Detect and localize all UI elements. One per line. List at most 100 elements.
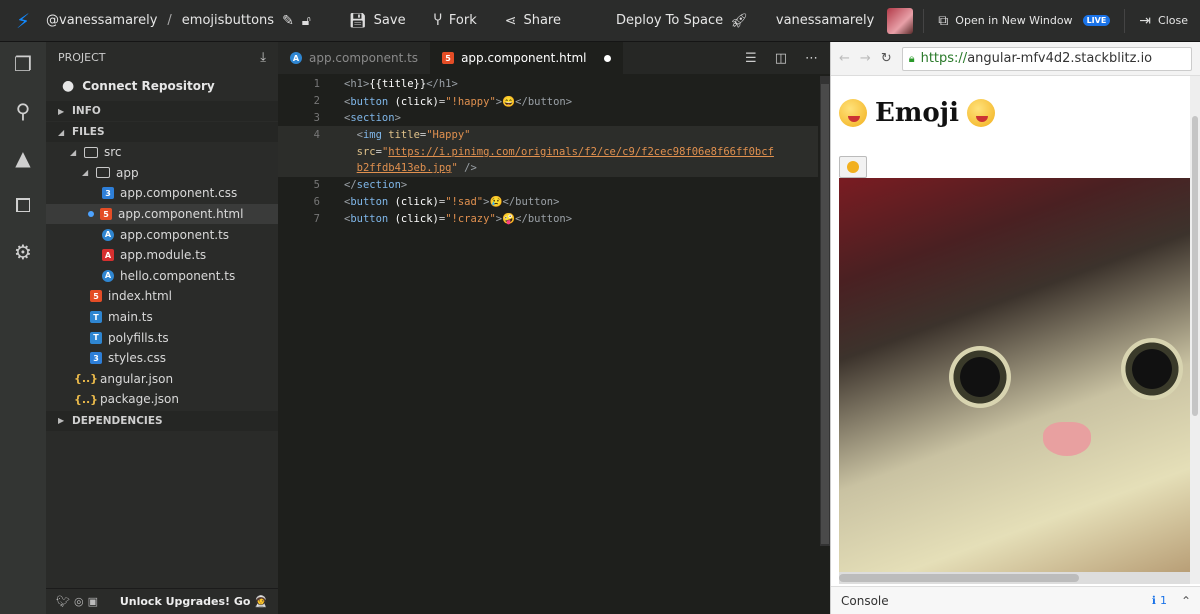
open-new-window-button[interactable]: ⧉ Open in New Window LIVE — [924, 0, 1124, 42]
editor-scrollbar-thumb[interactable] — [821, 84, 829, 544]
unsaved-dot-icon[interactable] — [603, 54, 611, 62]
file-tree-item[interactable]: ◢ app — [46, 163, 278, 184]
console-bar[interactable]: Console ℹ 1 ⌃ — [831, 586, 1200, 614]
file-tree-item[interactable]: Aapp.component.ts — [46, 224, 278, 245]
download-icon[interactable]: ⤓ — [260, 50, 266, 65]
tab-app-component-html[interactable]: 5 app.component.html — [430, 42, 623, 74]
happy-button[interactable] — [839, 156, 867, 178]
sidebar: PROJECT ⤓ ● Connect Repository ▶ INFO ◢ … — [46, 42, 278, 614]
file-tree-item[interactable]: 3 app.component.css — [46, 183, 278, 204]
chevron-right-icon: ▶ — [58, 106, 65, 116]
cat-eye — [949, 346, 1011, 408]
files-icon[interactable]: ❐ — [11, 52, 35, 76]
url-scheme: https:// — [920, 51, 968, 66]
save-label: Save — [373, 13, 406, 28]
smile-icon — [847, 161, 859, 173]
file-tree-label: angular.json — [100, 371, 174, 386]
unlock-upgrades-label: Unlock Upgrades! Go — [119, 595, 251, 608]
forward-icon[interactable]: → — [860, 51, 871, 66]
css-file-icon: 3 — [102, 187, 114, 200]
tab-app-component-ts[interactable]: A app.component.ts — [278, 42, 430, 74]
share-label: Share — [523, 13, 561, 28]
file-tree-label: app.component.html — [118, 207, 244, 222]
file-tree-item[interactable]: ◢ src — [46, 142, 278, 163]
file-tree-item[interactable]: 5 index.html — [46, 286, 278, 307]
file-tree-label: styles.css — [108, 351, 166, 366]
unlock-upgrades-link[interactable]: Unlock Upgrades! Go 🧑‍🚀 — [120, 595, 268, 608]
social-icons[interactable]: 🐦︎◎▣ — [56, 595, 102, 608]
format-icon[interactable]: ☰ — [745, 51, 757, 66]
console-label: Console — [841, 593, 889, 608]
chevron-right-icon: ▶ — [58, 416, 65, 426]
line-number: 7 — [313, 212, 320, 225]
html-file-icon: 5 — [100, 208, 112, 221]
info-section-toggle[interactable]: ▶ INFO — [46, 101, 278, 121]
line-number: 5 — [313, 179, 320, 192]
main-file-icon: T — [90, 311, 102, 324]
json-file-icon: {..} — [73, 372, 99, 386]
gear-icon[interactable]: ⚙ — [11, 240, 35, 264]
file-tree-item[interactable]: {..} angular.json — [46, 369, 278, 390]
pencil-icon[interactable]: ✎ — [282, 13, 294, 29]
chevron-down-icon: ◢ — [82, 168, 89, 178]
owner-link[interactable]: @vanessamarely — [46, 13, 157, 28]
console-info-count[interactable]: ℹ 1 — [1152, 594, 1167, 607]
file-tree-item[interactable]: 5 app.component.html — [46, 203, 278, 225]
split-editor-icon[interactable]: ◫ — [775, 51, 787, 66]
fork-button[interactable]: Ⴤ Fork — [420, 0, 491, 42]
lock-icon[interactable]: 🔓︎ — [302, 13, 311, 29]
chevron-down-icon: ◢ — [70, 147, 77, 157]
preview-horizontal-scrollbar[interactable] — [839, 572, 1193, 584]
back-icon[interactable]: ← — [839, 51, 850, 66]
project-name[interactable]: emojisbuttons — [182, 13, 274, 28]
dependencies-label: DEPENDENCIES — [72, 414, 163, 427]
chevron-up-icon[interactable]: ⌃ — [1181, 594, 1191, 608]
line-number: 3 — [313, 111, 320, 124]
modified-dot-icon — [88, 211, 94, 218]
user-menu[interactable]: vanessamarely — [762, 0, 923, 42]
file-tree-label: app — [116, 165, 139, 180]
main-file-icon: T — [90, 331, 102, 344]
zany-face-icon — [966, 99, 995, 127]
preview-vertical-scrollbar[interactable] — [1190, 76, 1200, 584]
file-tree-item[interactable]: Tpolyfills.ts — [46, 327, 278, 348]
file-tree-label: hello.component.ts — [120, 268, 236, 283]
tab-label: app.component.html — [461, 51, 587, 65]
connect-repository-button[interactable]: ● Connect Repository — [46, 72, 278, 100]
lock-icon: 🔒︎ — [908, 51, 915, 65]
close-icon: ⇥ — [1139, 12, 1152, 29]
extensions-icon[interactable]: ⧠ — [11, 193, 35, 217]
dependencies-section-toggle[interactable]: ▶ DEPENDENCIES — [46, 410, 278, 431]
file-tree-label: app.component.ts — [120, 227, 230, 242]
project-header-label: PROJECT — [58, 50, 106, 64]
typescript-file-icon: A — [290, 52, 302, 64]
search-icon[interactable]: ⚲ — [11, 99, 35, 123]
json-file-icon: {..} — [73, 392, 99, 406]
url-input[interactable]: 🔒︎ https://angular-mfv4d2.stackblitz.io — [901, 46, 1192, 71]
file-tree-label: main.ts — [108, 310, 153, 325]
code-area[interactable]: 1 <h1>{{title}}</h1> 2 <button (click)="!h… — [278, 76, 818, 227]
files-label: FILES — [72, 126, 105, 138]
reload-icon[interactable]: ↻ — [881, 51, 892, 66]
breadcrumb: @vanessamarely / emojisbuttons ✎ 🔓︎ — [46, 13, 311, 29]
file-tree-label: index.html — [108, 289, 172, 304]
save-button[interactable]: 💾︎ Save — [335, 0, 420, 42]
file-tree-item[interactable]: 3 styles.css — [46, 348, 278, 369]
ts-file-icon: A — [102, 228, 114, 241]
file-tree-item[interactable]: Ahello.component.ts — [46, 266, 278, 287]
fork-icon: Ⴤ — [433, 12, 442, 29]
preview-url-bar: ← → ↻ 🔒︎ https://angular-mfv4d2.stackbli… — [831, 42, 1200, 76]
files-section-toggle[interactable]: ◢ FILES — [46, 122, 278, 142]
ts-file-icon: A — [102, 269, 114, 282]
file-tree-item[interactable]: Aapp.module.ts — [46, 245, 278, 266]
file-tree-item[interactable]: Tmain.ts — [46, 307, 278, 328]
tab-label: app.component.ts — [309, 51, 419, 65]
close-button[interactable]: ⇥ Close — [1125, 0, 1200, 42]
stackblitz-logo-icon[interactable]: ⚡ — [0, 9, 46, 33]
deploy-button[interactable]: Deploy To Space 🚀︎ — [602, 0, 762, 42]
more-icon[interactable]: ⋯ — [805, 51, 818, 66]
avatar — [887, 7, 914, 34]
file-tree-item[interactable]: {..} package.json — [46, 389, 278, 410]
share-button[interactable]: ⋖ Share — [491, 0, 575, 42]
firebase-icon[interactable]: ▲ — [11, 146, 35, 170]
